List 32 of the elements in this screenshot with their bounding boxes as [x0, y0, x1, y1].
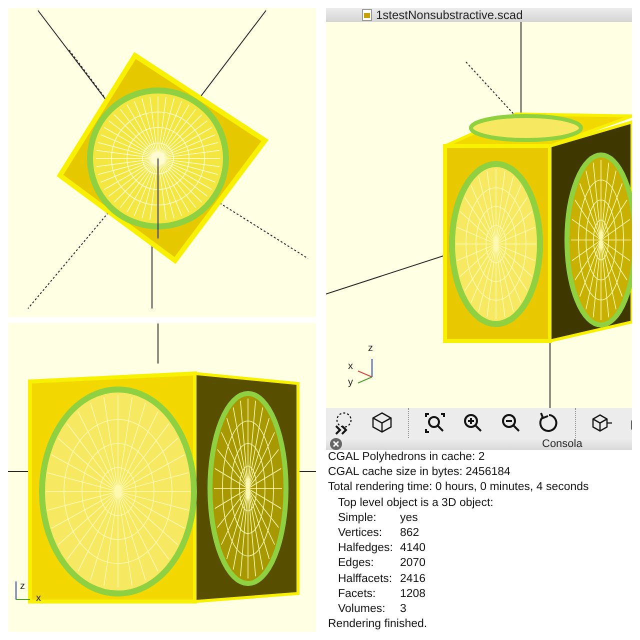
console-text: Volumes:: [338, 602, 386, 618]
console-text: Top level object is a 3D object:: [338, 496, 494, 511]
console-value: 862: [400, 526, 420, 542]
console-value: 3: [400, 602, 406, 618]
window-title: 1stestNonsubstractive.scad: [376, 8, 523, 22]
console-text: Facets:: [338, 586, 377, 602]
console-text: Edges:: [338, 556, 375, 572]
console-value: yes: [400, 510, 418, 526]
axis-label: z: [368, 344, 373, 354]
console-text: Total rendering time: 0 hours, 0 minutes, 4 seconds: [328, 480, 589, 496]
axis-indicator-icon: [16, 581, 30, 600]
console-text: CGAL Polyhedrons in cache: 2: [328, 450, 485, 465]
console-text: Halfedges:: [338, 541, 394, 556]
axis-label: x: [36, 594, 41, 604]
console-text: Rendering finished.: [328, 617, 428, 632]
console-text: CGAL cache size in bytes: 2456184: [328, 465, 510, 480]
close-icon[interactable]: [330, 438, 342, 450]
console-title: Consola: [542, 438, 582, 450]
axis-indicator-icon: [358, 358, 372, 384]
console-text: Simple:: [338, 510, 378, 526]
axis-label: x: [348, 362, 353, 372]
console-value: 2070: [400, 556, 426, 572]
console-value: 2416: [400, 572, 426, 587]
console-value: 4140: [400, 541, 426, 556]
console-text: Vertices:: [338, 526, 384, 542]
axis-label: y: [348, 378, 353, 388]
axis-label: z: [20, 582, 25, 592]
console-value: 1208: [400, 586, 426, 602]
file-icon: [362, 9, 372, 21]
console-text: Halffacets:: [338, 572, 394, 587]
zoom-all-icon[interactable]: [423, 411, 447, 435]
render-icon[interactable]: [370, 411, 394, 435]
